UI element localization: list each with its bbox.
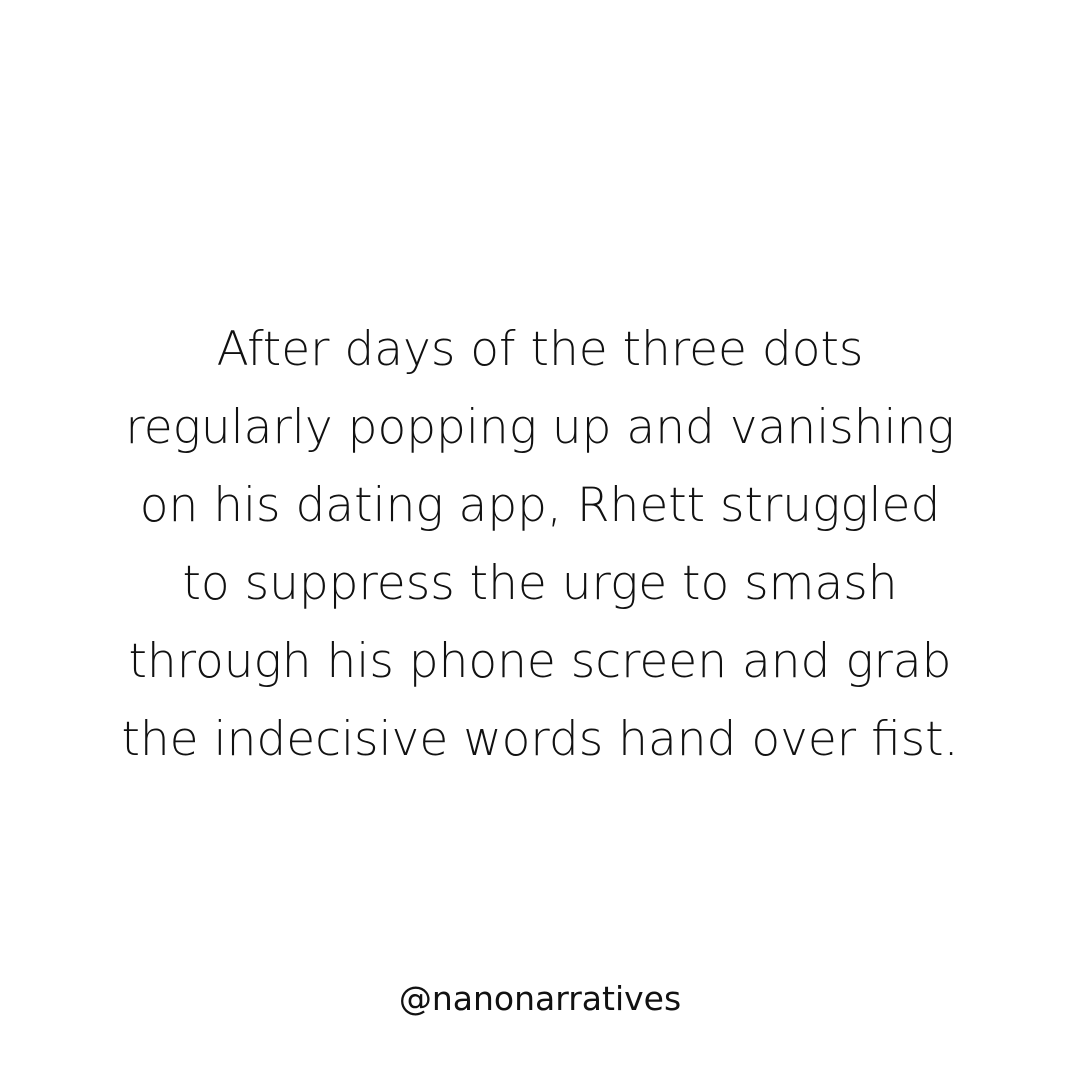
author-handle: @nanonarratives (398, 979, 682, 1018)
story-line-6: the indecisive words hand over fist. (121, 712, 959, 767)
story-line-4: to suppress the urge to smash (182, 556, 898, 611)
story-line-5: through his phone screen and grab (128, 634, 952, 689)
story-line-1: After days of the three dots (216, 322, 864, 377)
story-text: After days of the three dots regularly p… (0, 311, 1080, 779)
story-line-2: regularly popping up and vanishing (125, 400, 955, 455)
story-line-3: on his dating app, Rhett struggled (139, 478, 941, 533)
post-canvas: After days of the three dots regularly p… (0, 0, 1080, 1080)
